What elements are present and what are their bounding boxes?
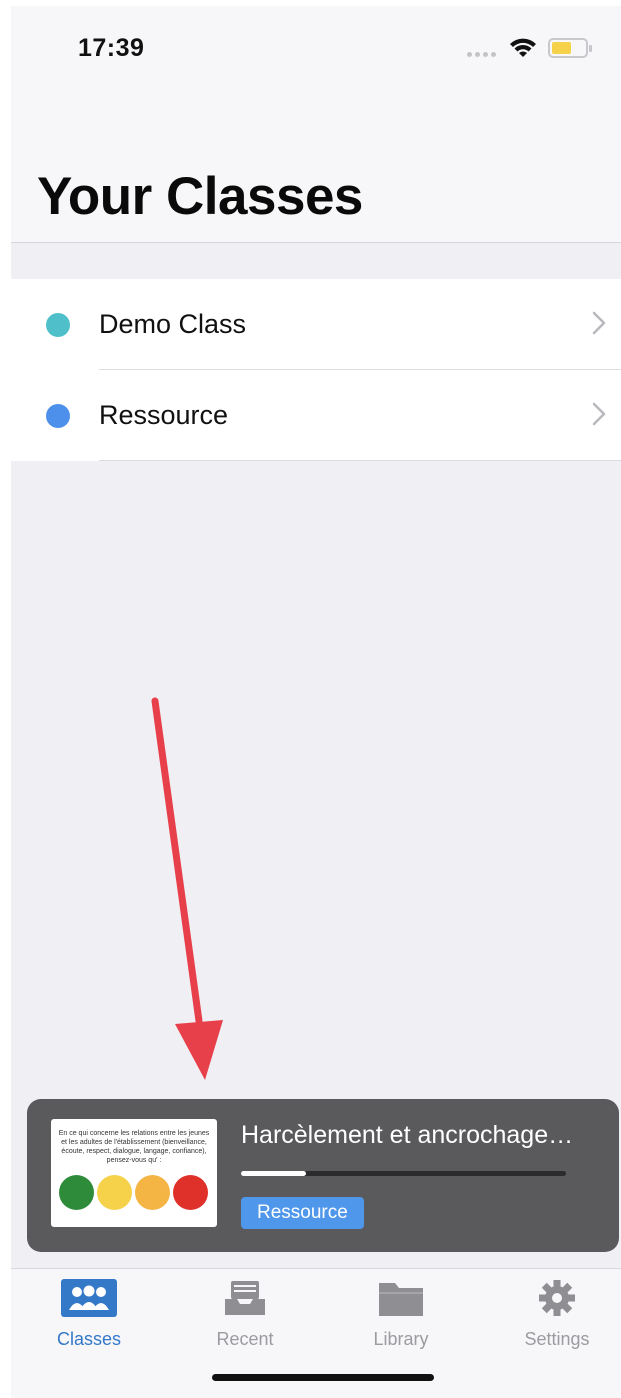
tab-label: Settings [524, 1329, 590, 1349]
thumbnail-answer-circles [59, 1175, 208, 1210]
tab-classes[interactable]: Classes [19, 1279, 159, 1359]
tab-label: Classes [56, 1329, 122, 1349]
answer-circle [59, 1175, 94, 1210]
tab-settings[interactable]: Settings [487, 1279, 621, 1359]
mini-player[interactable]: En ce qui concerne les relations entre l… [27, 1099, 619, 1252]
gear-icon [539, 1280, 575, 1316]
app-screen: 17:39 Your Classes Demo Class Ressource [11, 6, 621, 1398]
tab-recent[interactable]: Recent [175, 1279, 315, 1359]
folder-icon [379, 1283, 423, 1316]
answer-circle [173, 1175, 208, 1210]
player-progress-bar [241, 1171, 566, 1176]
classes-icon [61, 1279, 117, 1317]
answer-circle [97, 1175, 132, 1210]
presentation-thumbnail: En ce qui concerne les relations entre l… [51, 1119, 217, 1227]
home-indicator [212, 1374, 434, 1381]
thumbnail-question: En ce qui concerne les relations entre l… [58, 1130, 210, 1164]
annotation-arrow [151, 697, 223, 1080]
player-class-badge[interactable]: Ressource [241, 1197, 364, 1229]
player-progress-fill [241, 1171, 306, 1176]
tab-library[interactable]: Library [331, 1279, 471, 1359]
answer-circle [135, 1175, 170, 1210]
player-title: Harcèlement et ancrochage… [241, 1121, 574, 1149]
tab-label: Recent [216, 1329, 274, 1349]
tab-label: Library [373, 1329, 429, 1349]
recent-tray-icon [225, 1281, 265, 1315]
